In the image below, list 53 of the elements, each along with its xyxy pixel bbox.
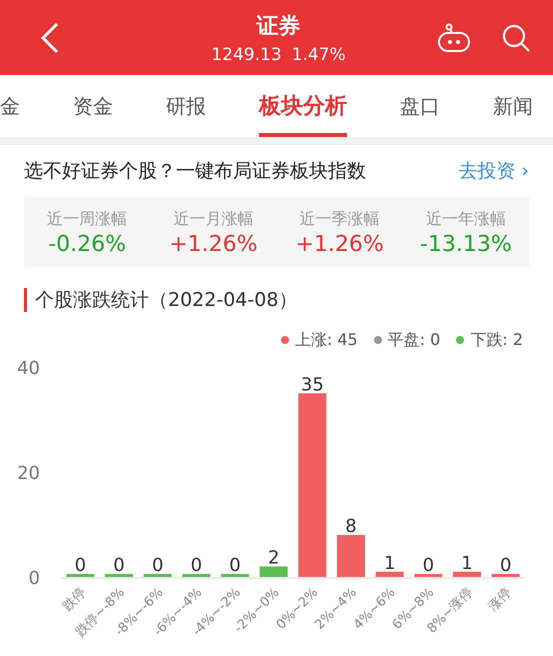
stat-value: +1.26% (295, 232, 384, 257)
section-title: 个股涨跌统计（2022-04-08） (35, 288, 298, 313)
stat-label: 近一月涨幅 (173, 209, 254, 230)
bar-value-label: 8 (345, 516, 357, 537)
stat-label: 近一周涨幅 (47, 209, 128, 230)
robot-icon[interactable] (437, 22, 471, 52)
tab[interactable]: 金 (0, 75, 20, 137)
bar (492, 574, 520, 577)
stat-value: +1.26% (169, 232, 258, 257)
tab[interactable]: 资金 (73, 75, 113, 137)
bar (144, 574, 172, 577)
back-icon[interactable] (40, 22, 60, 54)
bar (376, 572, 404, 577)
x-tick-label: 跌停 (60, 585, 90, 614)
bar (105, 574, 133, 577)
page-title: 证券 (256, 12, 300, 40)
legend-label: 平盘: 0 (388, 330, 440, 350)
index-change: 1.47% (292, 44, 346, 64)
y-tick-label: 40 (17, 358, 40, 379)
bar-value-label: 0 (190, 555, 202, 576)
search-icon[interactable] (501, 22, 531, 52)
bar-value-label: 0 (500, 555, 512, 576)
bar-value-label: 0 (74, 555, 86, 576)
bar (66, 574, 94, 577)
legend-label: 下跌: 2 (470, 330, 523, 350)
stat-label: 近一年涨幅 (426, 209, 506, 230)
bar-value-label: 0 (422, 555, 434, 576)
bar (337, 535, 365, 577)
y-tick-label: 20 (17, 463, 40, 484)
bar (182, 574, 210, 577)
section-marker (24, 288, 27, 312)
stat-value: -0.26% (48, 232, 126, 257)
tab[interactable]: 盘口 (400, 75, 440, 137)
bar-value-label: 0 (152, 555, 164, 576)
stat-label: 近一季涨幅 (300, 209, 380, 230)
legend-label: 上涨: 45 (294, 330, 358, 350)
x-tick-label: 涨停 (486, 585, 514, 614)
bar (414, 574, 442, 577)
bar-value-label: 1 (384, 552, 396, 574)
index-price: 1249.13 (211, 44, 282, 64)
bar (260, 566, 288, 577)
bar (453, 572, 481, 577)
tab[interactable]: 研报 (166, 75, 206, 137)
promo-text: 选不好证券个股？一键布局证券板块指数 (24, 159, 366, 184)
tab[interactable]: 新闻 (493, 75, 533, 137)
bar-value-label: 0 (113, 555, 125, 576)
bar-value-label: 1 (461, 552, 473, 574)
bar-value-label: 2 (268, 548, 280, 568)
bar (221, 574, 249, 577)
bar-value-label: 35 (300, 374, 324, 396)
bar-value-label: 0 (229, 555, 241, 576)
stat-value: -13.13% (420, 232, 512, 257)
y-tick-label: 0 (28, 568, 40, 589)
